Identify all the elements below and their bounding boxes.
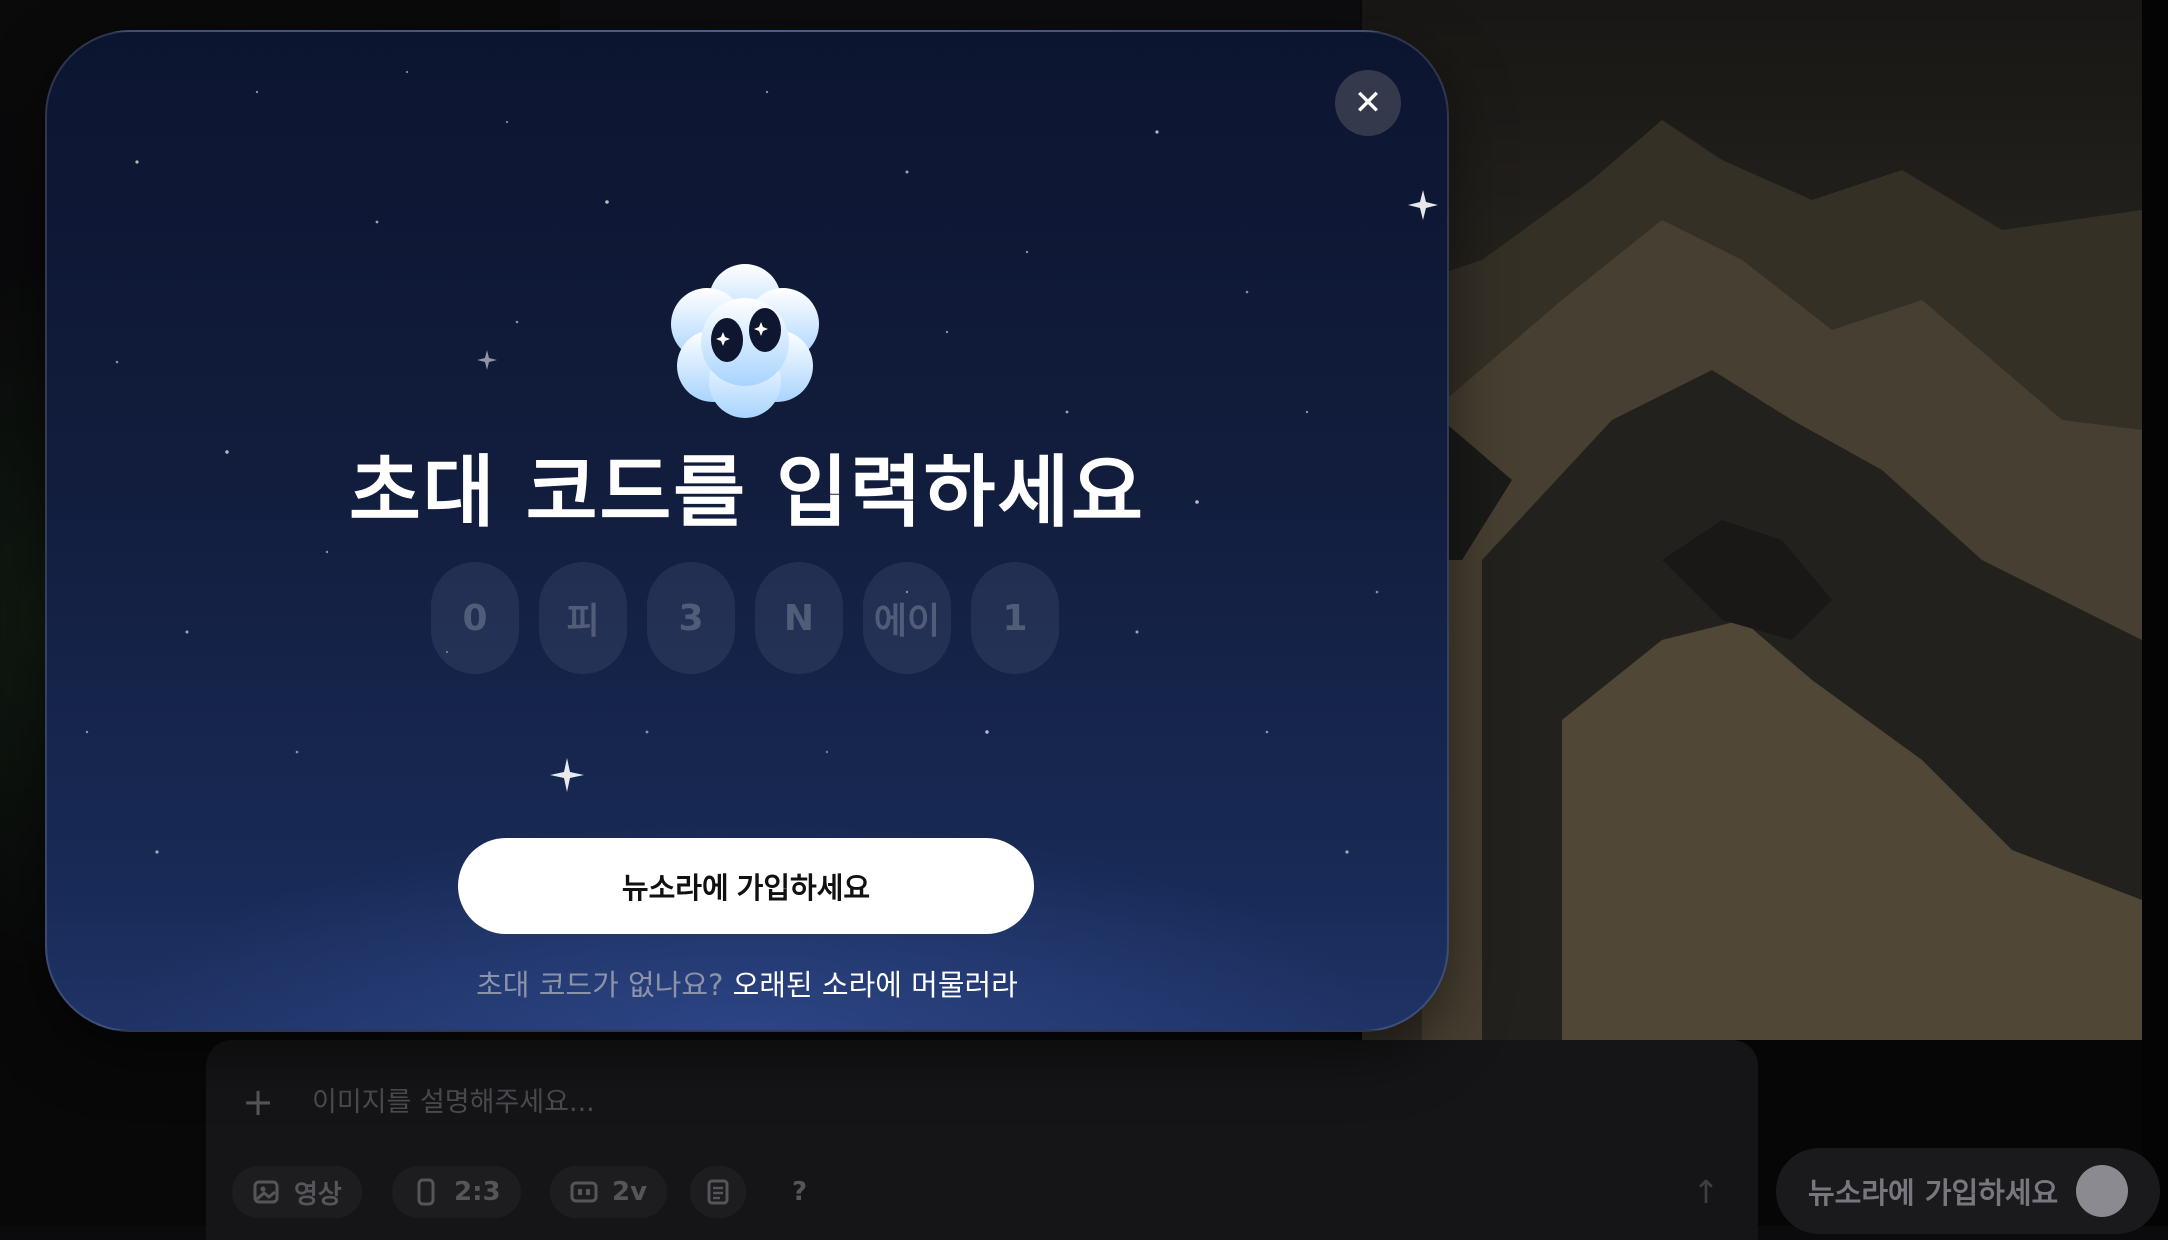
modal-title: 초대 코드를 입력하세요 (349, 448, 1145, 538)
code-input-6[interactable]: 1 (971, 562, 1059, 674)
help-icon[interactable]: ? (772, 1166, 827, 1218)
code-input-4[interactable]: N (755, 562, 843, 674)
join-new-sora-button[interactable]: 뉴소라에 가입하세요 (458, 838, 1034, 934)
close-icon[interactable]: ✕ (1335, 70, 1401, 136)
signup-pill-button[interactable]: 뉴소라에 가입하세요 (1776, 1148, 2160, 1234)
phone-icon (417, 1178, 435, 1206)
media-type-chip[interactable]: 영상 (232, 1166, 362, 1218)
variations-label: 2v (612, 1177, 648, 1207)
no-invite-question: 초대 코드가 없나요? (476, 968, 724, 1002)
mascot-icon (2076, 1165, 2129, 1217)
code-input-3[interactable]: 3 (647, 562, 735, 674)
image-icon (253, 1180, 279, 1204)
grid-icon (570, 1181, 598, 1203)
storyboard-chip[interactable] (690, 1166, 746, 1218)
stay-old-sora-link[interactable]: 오래된 소라에 머물러라 (733, 968, 1018, 1002)
send-icon[interactable]: ↑ (1680, 1166, 1732, 1218)
media-type-label: 영상 (294, 1179, 342, 1210)
list-icon (707, 1179, 729, 1205)
aspect-ratio-chip[interactable]: 2:3 (392, 1166, 521, 1218)
code-input-5[interactable]: 에이 (863, 562, 951, 674)
code-input-2[interactable]: 피 (539, 562, 627, 674)
signup-pill-label: 뉴소라에 가입하세요 (1808, 1176, 2059, 1210)
variations-chip[interactable]: 2v (550, 1166, 668, 1218)
invite-code-inputs: 0 피 3 N 에이 1 (431, 562, 1059, 674)
invite-code-modal: ✕ 초대 코드를 입력하세요 0 피 3 N 에이 1 뉴소라에 가입하세요 초… (45, 30, 1449, 1032)
code-input-1[interactable]: 0 (431, 562, 519, 674)
no-invite-footer: 초대 코드가 없나요? 오래된 소라에 머물러라 (47, 962, 1447, 1004)
plus-icon[interactable]: + (236, 1080, 280, 1124)
prompt-input[interactable] (310, 1078, 1614, 1126)
aspect-ratio-label: 2:3 (454, 1177, 501, 1207)
mascot-icon (671, 264, 819, 418)
